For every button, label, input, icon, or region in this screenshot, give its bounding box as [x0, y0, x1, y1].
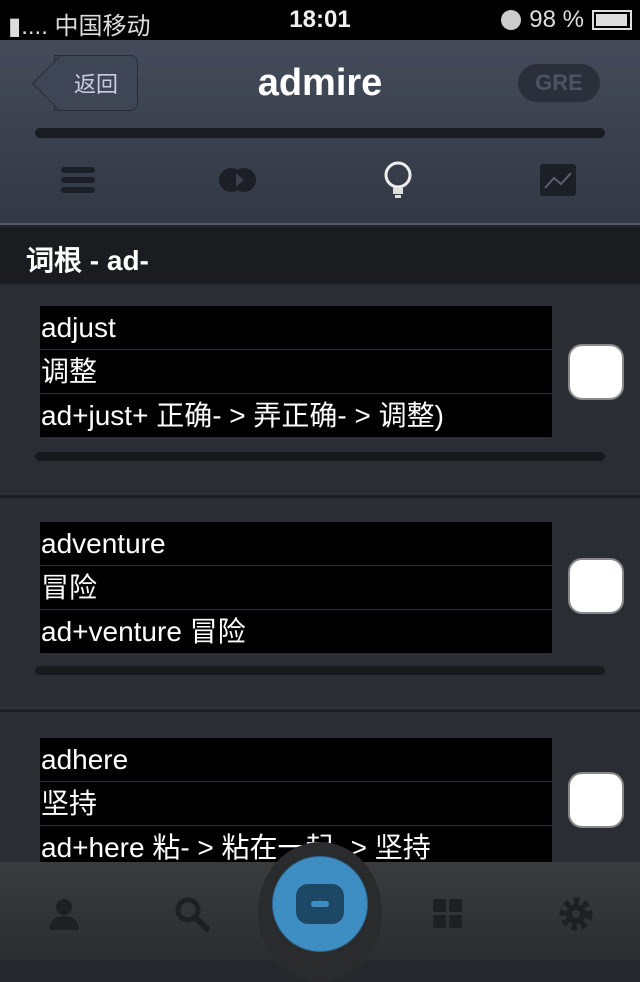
lightbulb-icon[interactable]: [378, 160, 418, 200]
word: adventure: [40, 522, 552, 565]
word-checkbox[interactable]: [568, 558, 624, 614]
chart-icon[interactable]: [538, 160, 578, 200]
meaning: 坚持: [40, 782, 552, 825]
meaning: 冒险: [40, 566, 552, 609]
word-card: adventure 冒险 ad+venture 冒险: [0, 496, 640, 708]
section-header: 词根 - ad-: [0, 227, 640, 282]
alarm-icon: [501, 10, 522, 30]
divider: [35, 452, 605, 461]
word-checkbox[interactable]: [568, 772, 624, 828]
list-icon[interactable]: [58, 160, 98, 200]
back-label: 返回: [73, 72, 118, 97]
status-bar: ▮.... 中国移动 18:01 98 %: [0, 0, 640, 40]
word: adjust: [40, 306, 552, 349]
meaning: 调整: [40, 350, 552, 393]
grid-icon[interactable]: [426, 892, 470, 936]
search-icon[interactable]: [170, 892, 214, 936]
divider: [35, 666, 605, 675]
progress-bar: [35, 128, 605, 138]
etymology: ad+venture 冒险: [40, 610, 552, 653]
venn-icon[interactable]: [218, 160, 258, 200]
user-icon[interactable]: [42, 892, 86, 936]
home-button[interactable]: [258, 842, 382, 982]
home-icon: [296, 884, 344, 924]
gear-icon[interactable]: [554, 892, 598, 936]
word-card: adjust 调整 ad+just+ 正确- > 弄正确- > 调整): [0, 282, 640, 494]
etymology: ad+just+ 正确- > 弄正确- > 调整): [40, 394, 552, 437]
word-checkbox[interactable]: [568, 344, 624, 400]
battery-icon: [592, 10, 632, 30]
gre-badge[interactable]: GRE: [518, 64, 600, 102]
header: 返回 admire GRE: [0, 40, 640, 225]
word: adhere: [40, 738, 552, 781]
battery-percent: 98 %: [529, 6, 584, 33]
tab-bar: [0, 842, 640, 982]
